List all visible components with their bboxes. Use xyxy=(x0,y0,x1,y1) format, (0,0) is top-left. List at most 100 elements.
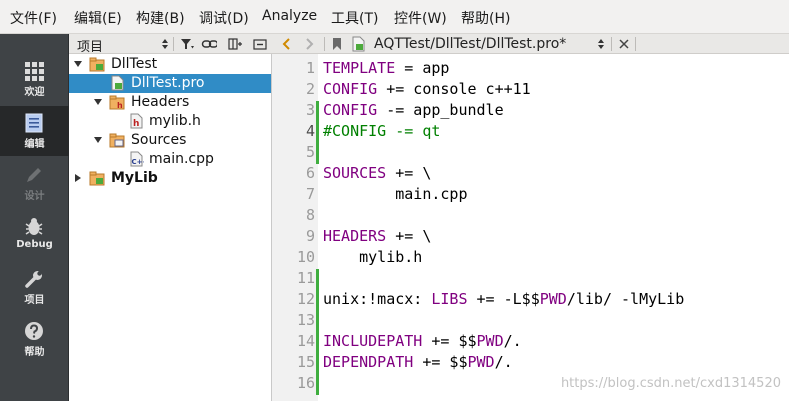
watermark: https://blog.csdn.net/cxd1314520 xyxy=(560,376,781,391)
line-number: 10 xyxy=(296,248,315,266)
tree-item-main-cpp[interactable]: C++ main.cpp xyxy=(69,150,271,169)
mode-help[interactable]: 帮助 xyxy=(0,314,69,364)
cpp-file-icon: C++ xyxy=(130,151,145,167)
close-pane-icon[interactable] xyxy=(252,36,268,52)
filter-icon[interactable] xyxy=(179,36,195,52)
qt-project-folder-icon xyxy=(89,171,105,186)
pro-file-icon xyxy=(111,75,124,91)
line-number: 16 xyxy=(296,374,315,392)
tree-label: DllTest xyxy=(111,56,158,72)
tree-label: Headers xyxy=(131,94,190,110)
file-select-arrows-icon[interactable] xyxy=(595,36,611,52)
mode-bar: 欢迎 编辑 设计 Debug 项目 帮助 xyxy=(0,34,69,401)
tree-item-sources[interactable]: Sources xyxy=(69,131,271,150)
tree-label: MyLib xyxy=(111,170,158,186)
open-file-path[interactable]: AQTTest/DllTest/DllTest.pro* xyxy=(374,36,566,52)
code-line[interactable]: SOURCES += \ xyxy=(323,164,431,182)
line-number: 13 xyxy=(296,311,315,329)
code-line[interactable]: INCLUDEPATH += $$PWD/. xyxy=(323,332,522,350)
tree-item-dlltest-pro[interactable]: DllTest.pro xyxy=(69,74,271,93)
line-number: 1 xyxy=(305,59,315,77)
mode-design[interactable]: 设计 xyxy=(0,158,69,208)
project-view-title: 项目 xyxy=(77,40,104,55)
collapse-arrow-icon[interactable] xyxy=(73,173,83,183)
code-line[interactable]: CONFIG -= app_bundle xyxy=(323,101,504,119)
sources-folder-icon xyxy=(109,133,125,148)
menu-bar: 文件(F) 编辑(E) 构建(B) 调试(D) Analyze 工具(T) 控件… xyxy=(0,0,789,34)
tree-item-headers[interactable]: h Headers xyxy=(69,93,271,112)
code-line[interactable]: HEADERS += \ xyxy=(323,227,431,245)
expand-arrow-icon[interactable] xyxy=(93,135,103,145)
editor-toolbar: AQTTest/DllTest/DllTest.pro* xyxy=(272,34,789,54)
expand-arrow-icon[interactable] xyxy=(93,97,103,107)
menu-file[interactable]: 文件(F) xyxy=(10,8,57,28)
line-number: 3 xyxy=(305,101,315,119)
line-number: 9 xyxy=(305,227,315,245)
line-number: 8 xyxy=(305,206,315,224)
link-icon[interactable] xyxy=(201,36,217,52)
tree-label: DllTest.pro xyxy=(131,75,205,91)
back-arrow-icon[interactable] xyxy=(280,36,296,52)
expand-arrow-icon[interactable] xyxy=(73,59,83,69)
bookmark-icon[interactable] xyxy=(330,36,346,52)
mode-label: 编辑 xyxy=(24,139,45,150)
document-icon xyxy=(25,113,43,133)
line-number: 5 xyxy=(305,143,315,161)
headers-folder-icon: h xyxy=(109,95,125,110)
code-line[interactable]: CONFIG += console c++11 xyxy=(323,80,531,98)
mode-label: Debug xyxy=(16,239,53,250)
help-icon xyxy=(25,322,43,340)
mode-label: 帮助 xyxy=(24,347,45,358)
tree-label: Sources xyxy=(131,132,187,148)
code-line[interactable]: unix:!macx: LIBS += -L$$PWD/lib/ -lMyLib xyxy=(323,290,684,308)
svg-text:h: h xyxy=(133,119,139,129)
line-number: 6 xyxy=(305,164,315,182)
tree-item-mylib-h[interactable]: h mylib.h xyxy=(69,112,271,131)
line-number: 2 xyxy=(305,80,315,98)
mode-label: 项目 xyxy=(24,295,45,306)
forward-arrow-icon[interactable] xyxy=(302,36,318,52)
svg-text:h: h xyxy=(117,101,123,110)
menu-widgets[interactable]: 控件(W) xyxy=(394,8,447,28)
tree-item-dlltest[interactable]: DllTest xyxy=(69,55,271,74)
split-icon[interactable] xyxy=(227,36,243,52)
mode-label: 欢迎 xyxy=(24,87,45,98)
code-line[interactable]: #CONFIG -= qt xyxy=(323,122,440,140)
line-number: 15 xyxy=(296,353,315,371)
pro-file-icon xyxy=(352,36,365,52)
svg-text:C++: C++ xyxy=(132,158,145,166)
code-line[interactable]: main.cpp xyxy=(323,185,467,203)
code-line[interactable]: mylib.h xyxy=(323,248,422,266)
project-toolbar: 项目 xyxy=(69,34,272,55)
line-number: 12 xyxy=(296,290,315,308)
mode-debug[interactable]: Debug xyxy=(0,210,69,260)
tree-label: mylib.h xyxy=(149,113,201,129)
pencil-icon xyxy=(27,168,41,182)
line-number: 7 xyxy=(305,185,315,203)
menu-tools[interactable]: 工具(T) xyxy=(331,8,378,28)
mode-welcome[interactable]: 欢迎 xyxy=(0,54,69,104)
menu-build[interactable]: 构建(B) xyxy=(136,8,185,28)
line-number: 14 xyxy=(296,332,315,350)
wrench-icon xyxy=(25,271,42,288)
project-pane: 项目 DllTest DllTest.pro h Headers h mylib… xyxy=(69,34,272,401)
close-icon[interactable] xyxy=(617,36,633,52)
grid-icon xyxy=(25,62,44,81)
mode-label: 设计 xyxy=(24,191,45,202)
change-marker xyxy=(316,101,319,164)
code-line[interactable]: DEPENDPATH += $$PWD/. xyxy=(323,353,513,371)
tree-label: main.cpp xyxy=(149,151,214,167)
menu-debug[interactable]: 调试(D) xyxy=(199,8,249,28)
bug-icon xyxy=(25,218,43,235)
menu-edit[interactable]: 编辑(E) xyxy=(74,8,122,28)
mode-edit[interactable]: 编辑 xyxy=(0,106,69,156)
tree-item-mylib[interactable]: MyLib xyxy=(69,169,271,188)
header-file-icon: h xyxy=(130,113,143,129)
line-number: 11 xyxy=(296,269,315,287)
code-editor: AQTTest/DllTest/DllTest.pro* https://blo… xyxy=(272,34,789,401)
code-line[interactable]: TEMPLATE = app xyxy=(323,59,449,77)
menu-help[interactable]: 帮助(H) xyxy=(461,8,510,28)
mode-projects[interactable]: 项目 xyxy=(0,262,69,312)
menu-analyze[interactable]: Analyze xyxy=(262,8,317,24)
line-number: 4 xyxy=(305,122,315,140)
